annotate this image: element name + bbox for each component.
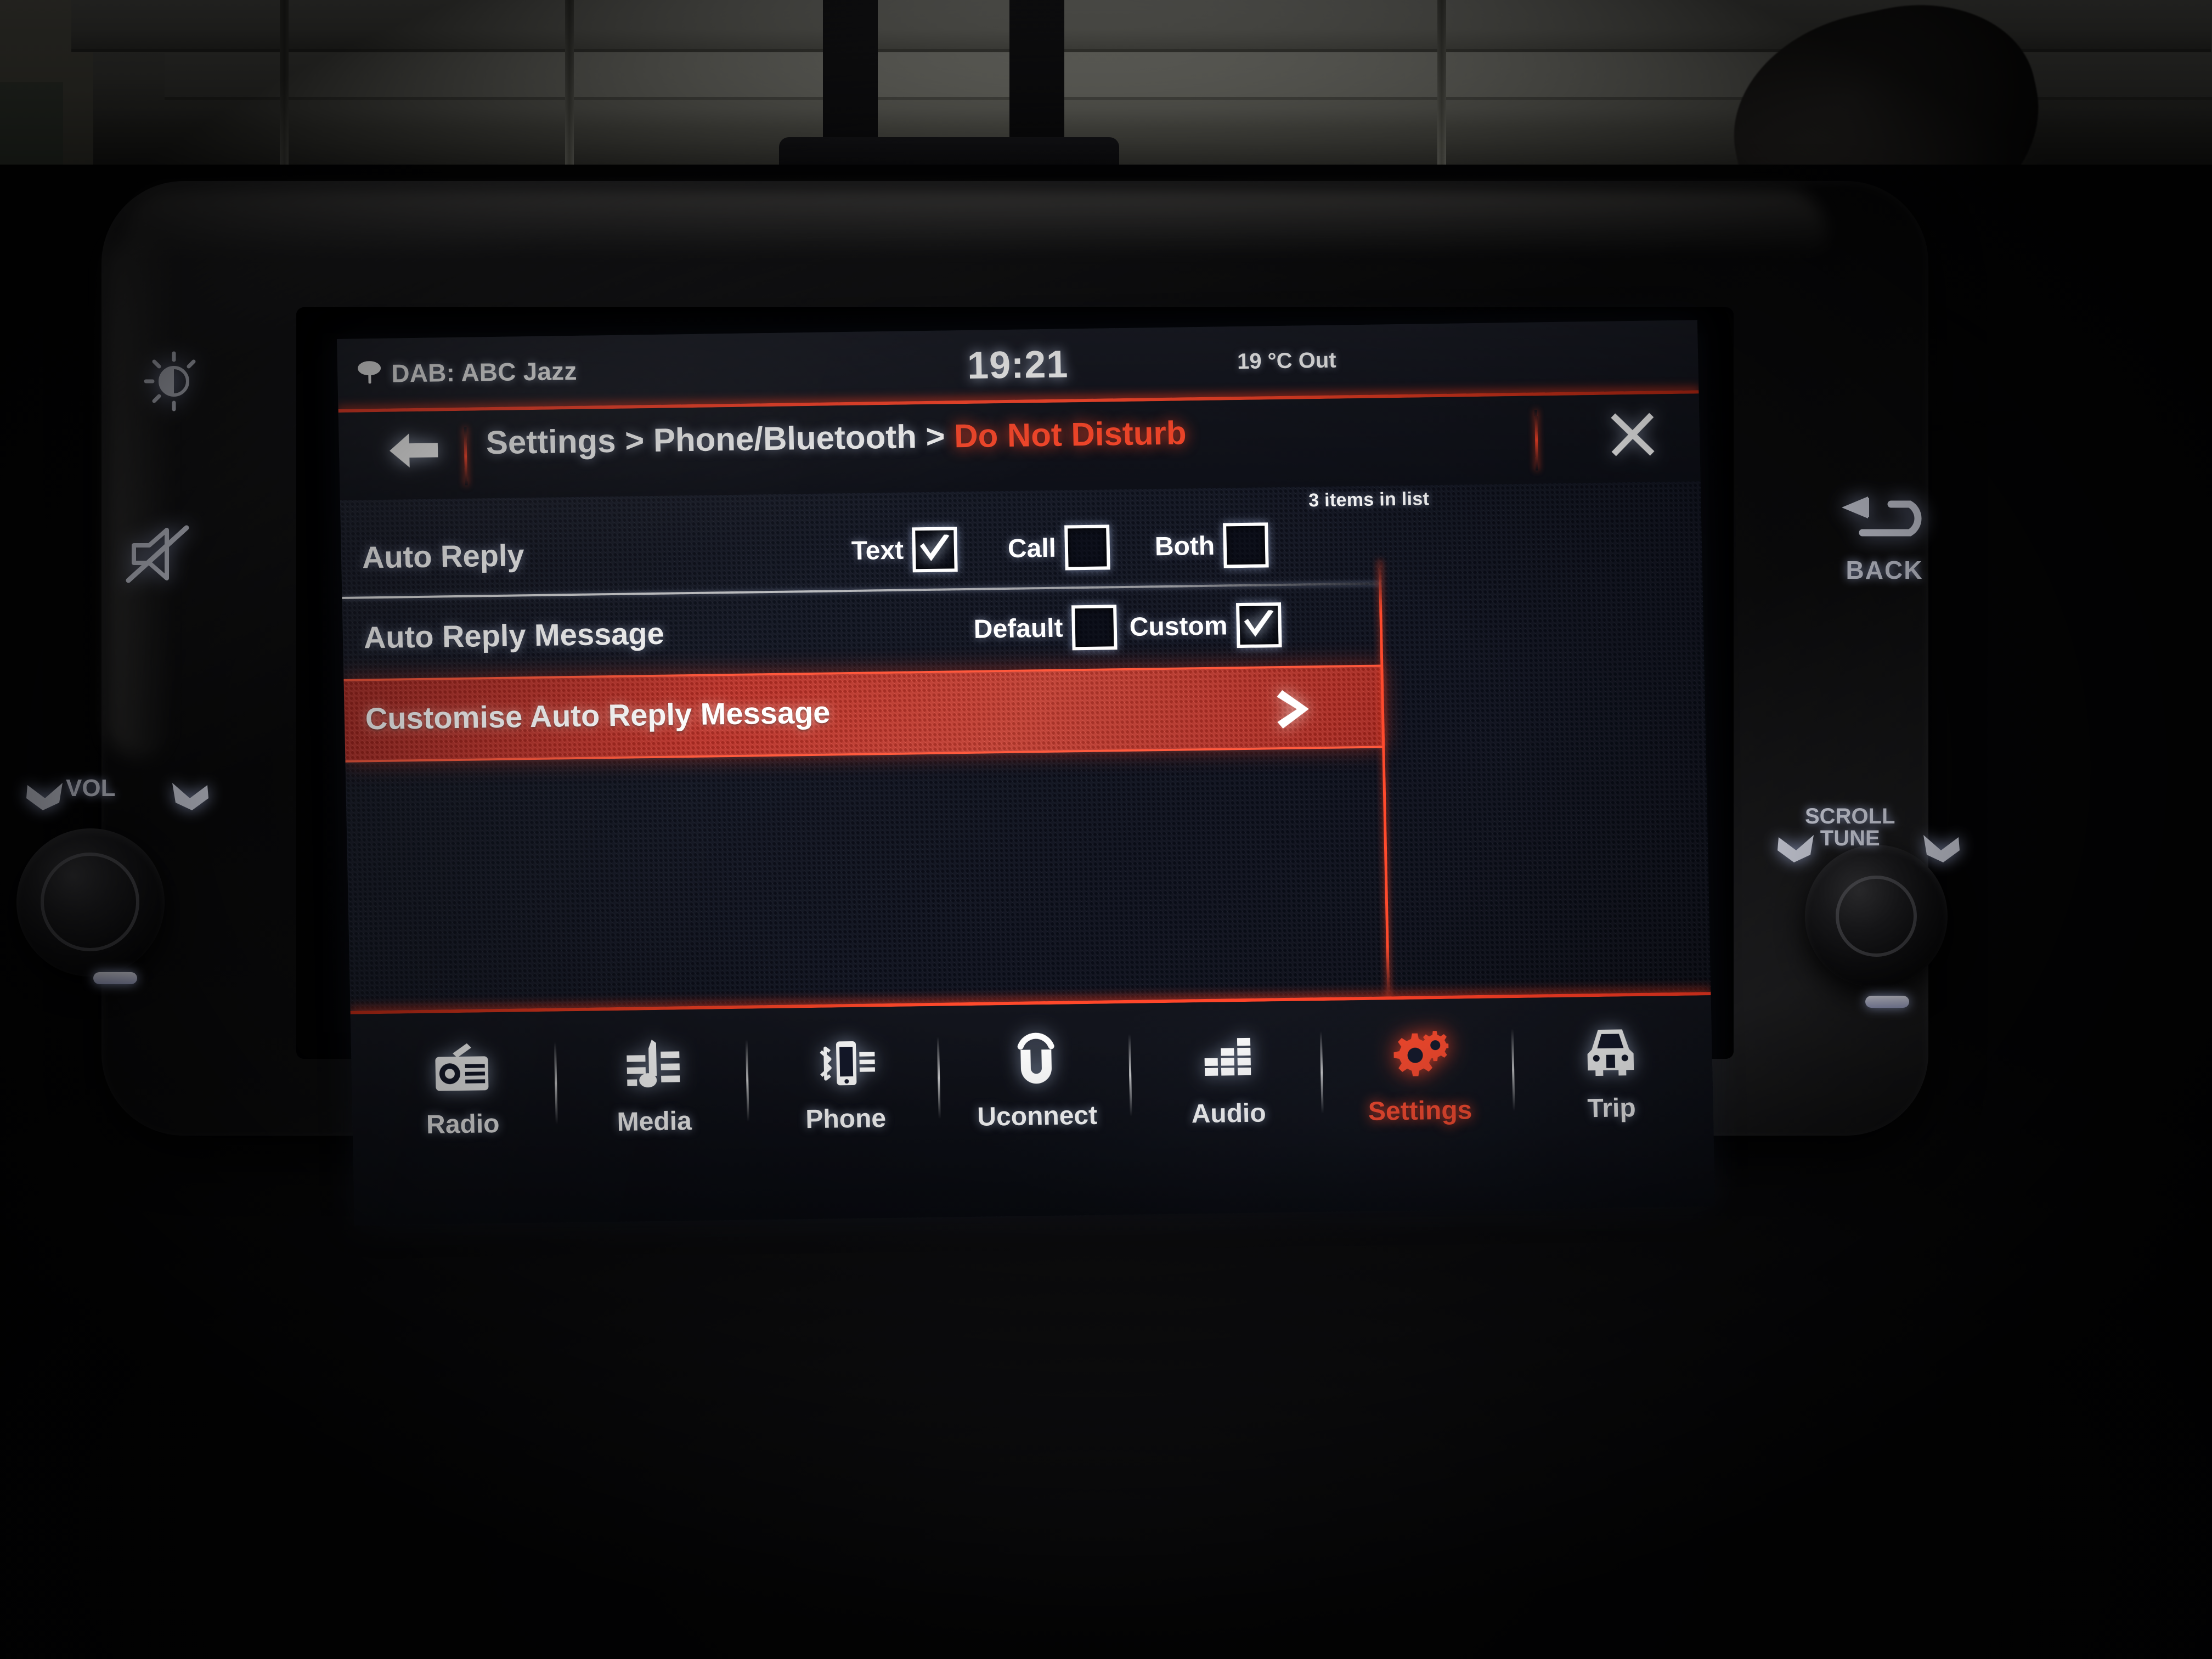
volume-knob-label: VOL [66,775,116,802]
photo-scene: DAB: ABC Jazz 19:21 19 °C Out Settings >… [0,0,2212,1659]
tune-left-arrow-icon [1778,834,1817,868]
bezel-highlight-top [126,189,1827,255]
option-label: Custom [1129,611,1228,642]
volume-down-arrow-icon [26,782,66,816]
wall-seam [565,0,574,165]
option-default[interactable]: Default [973,605,1118,652]
gears-icon [1389,1024,1449,1086]
breadcrumb: Settings > Phone/Bluetooth > Do Not Dist… [486,414,1187,461]
nav-item-media[interactable]: Media [565,1034,749,1138]
option-label: Default [973,613,1064,644]
nav-item-audio[interactable]: Audio [1139,1026,1324,1130]
knob-inner-ring [1836,876,1917,957]
hardware-back-label: BACK [1846,556,1923,584]
volume-knob-indicator [93,972,137,984]
breadcrumb-header: Settings > Phone/Bluetooth > Do Not Dist… [338,393,1701,500]
volume-up-arrow-icon [169,782,208,816]
equalizer-icon [1201,1027,1255,1089]
hardware-back-button[interactable]: BACK [1838,496,1931,590]
checkbox-text[interactable] [912,527,958,573]
row-label: Auto Reply [362,538,525,575]
scroll-tune-label: SCROLL TUNE [1805,805,1895,849]
option-label: Both [1154,531,1215,561]
checkmark-icon [1244,610,1273,637]
close-x-icon[interactable] [1609,410,1657,458]
nav-item-phone[interactable]: Phone [756,1031,941,1135]
status-clock: 19:21 [967,342,1069,387]
uconnect-icon [1009,1030,1063,1092]
volume-knob[interactable] [16,828,165,977]
scroll-label: SCROLL [1805,804,1895,828]
nav-label: Phone [805,1104,887,1135]
nav-divider [554,1042,558,1125]
nav-label: Audio [1191,1098,1267,1129]
nav-label: Settings [1368,1096,1472,1126]
breadcrumb-root[interactable]: Settings [486,422,616,461]
power-icon [41,853,139,951]
tune-right-arrow-icon [1920,834,1960,868]
radio-icon [433,1037,491,1099]
nav-label: Media [617,1107,692,1137]
option-both[interactable]: Both [1154,522,1269,569]
brightness-sun-icon[interactable] [144,351,204,411]
nav-item-uconnect[interactable]: Uconnect [947,1029,1132,1132]
status-temperature: 19 °C Out [1237,348,1337,374]
media-note-icon [624,1035,682,1097]
option-call[interactable]: Call [1007,524,1110,571]
header-divider-right [1534,410,1539,471]
option-custom[interactable]: Custom [1129,602,1282,650]
windscreen-bracket-right [1009,0,1064,148]
mute-speaker-icon[interactable] [125,521,196,587]
car-icon [1581,1022,1639,1084]
list-row-auto-reply[interactable]: Auto Reply Text Call Both [341,501,1703,599]
checkbox-default[interactable] [1071,605,1118,651]
settings-list: Auto Reply Text Call Both Auto Reply Mes… [341,501,1710,1000]
wall-seam [280,0,289,165]
checkbox-custom[interactable] [1235,602,1282,648]
nav-label: Radio [426,1109,500,1139]
nav-divider [1511,1029,1515,1111]
nav-label: Trip [1587,1093,1637,1124]
breadcrumb-parent[interactable]: Phone/Bluetooth [653,418,917,459]
chevron-right-icon[interactable] [1277,687,1316,731]
back-arrow-icon[interactable] [388,430,439,471]
option-label: Text [851,535,904,566]
breadcrumb-current: Do Not Disturb [953,414,1187,455]
nav-label: Uconnect [977,1101,1098,1132]
wall-seam [1437,0,1446,165]
bottom-navbar: Radio Media Phone Uconnect Audio Setting… [350,995,1716,1226]
nav-item-settings[interactable]: Settings [1330,1023,1515,1127]
option-label: Call [1007,533,1057,563]
phone-bluetooth-icon [813,1032,877,1094]
nav-item-trip[interactable]: Trip [1521,1020,1700,1124]
row-label: Auto Reply Message [363,616,665,655]
nav-item-radio[interactable]: Radio [373,1037,558,1141]
tune-label: TUNE [1820,826,1880,850]
infotainment-screen[interactable]: DAB: ABC Jazz 19:21 19 °C Out Settings >… [337,320,1716,1226]
header-divider-left [464,427,468,486]
option-text[interactable]: Text [851,527,958,573]
breadcrumb-separator: > [624,422,645,459]
nav-divider [936,1036,941,1119]
checkbox-both[interactable] [1223,522,1269,568]
bezel-highlight-left [107,236,173,757]
checkmark-icon [919,534,950,561]
nav-divider [1319,1031,1324,1114]
checkbox-call[interactable] [1064,524,1110,571]
nav-divider [745,1039,749,1122]
list-row-customise-auto-reply-message[interactable]: Customise Auto Reply Message [343,664,1384,763]
breadcrumb-separator: > [925,417,946,455]
u-turn-arrow-icon [1842,496,1922,537]
tune-knob-indicator [1865,996,1909,1008]
nav-divider [1128,1034,1132,1116]
row-label: Customise Auto Reply Message [365,695,831,736]
